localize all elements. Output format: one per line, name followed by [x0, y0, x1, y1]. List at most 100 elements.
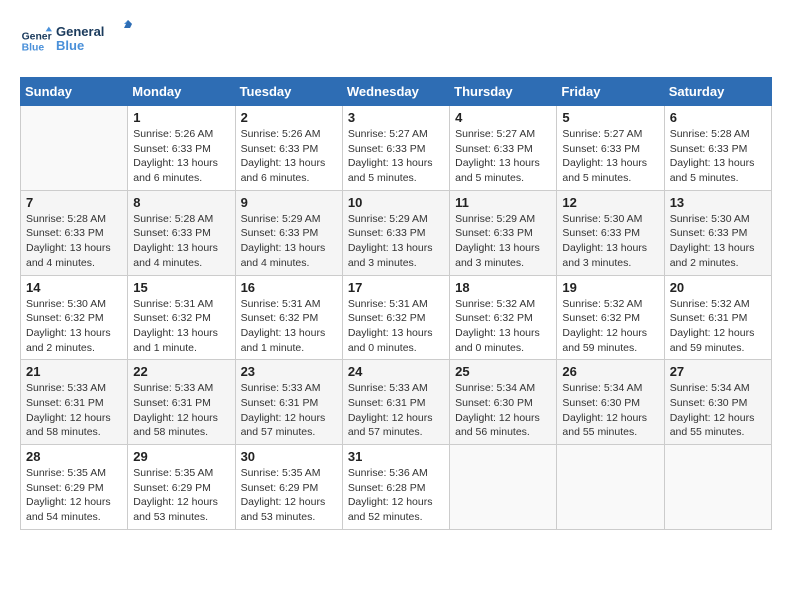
day-number: 10: [348, 195, 444, 210]
day-number: 6: [670, 110, 766, 125]
day-number: 19: [562, 280, 658, 295]
day-info: Sunrise: 5:26 AMSunset: 6:33 PMDaylight:…: [133, 127, 229, 186]
calendar-cell: 11 Sunrise: 5:29 AMSunset: 6:33 PMDayligh…: [450, 190, 557, 275]
column-header-thursday: Thursday: [450, 78, 557, 106]
day-info: Sunrise: 5:34 AMSunset: 6:30 PMDaylight:…: [670, 381, 766, 440]
calendar-cell: [664, 445, 771, 530]
svg-text:General: General: [56, 24, 104, 39]
calendar-cell: 4 Sunrise: 5:27 AMSunset: 6:33 PMDaylight…: [450, 106, 557, 191]
day-info: Sunrise: 5:30 AMSunset: 6:32 PMDaylight:…: [26, 297, 122, 356]
day-number: 28: [26, 449, 122, 464]
day-number: 25: [455, 364, 551, 379]
calendar-cell: 1 Sunrise: 5:26 AMSunset: 6:33 PMDaylight…: [128, 106, 235, 191]
day-number: 20: [670, 280, 766, 295]
calendar-cell: 18 Sunrise: 5:32 AMSunset: 6:32 PMDayligh…: [450, 275, 557, 360]
day-info: Sunrise: 5:32 AMSunset: 6:32 PMDaylight:…: [455, 297, 551, 356]
calendar-week-row: 14 Sunrise: 5:30 AMSunset: 6:32 PMDayligh…: [21, 275, 772, 360]
calendar-week-row: 28 Sunrise: 5:35 AMSunset: 6:29 PMDayligh…: [21, 445, 772, 530]
calendar-table: SundayMondayTuesdayWednesdayThursdayFrid…: [20, 77, 772, 530]
calendar-cell: 21Sunrise: 5:33 AMSunset: 6:31 PMDayligh…: [21, 360, 128, 445]
page-header: General Blue General Blue: [20, 20, 772, 61]
calendar-cell: 25 Sunrise: 5:34 AMSunset: 6:30 PMDayligh…: [450, 360, 557, 445]
day-info: Sunrise: 5:27 AMSunset: 6:33 PMDaylight:…: [455, 127, 551, 186]
day-number: 23: [241, 364, 337, 379]
day-number: 2: [241, 110, 337, 125]
calendar-cell: 8 Sunrise: 5:28 AMSunset: 6:33 PMDaylight…: [128, 190, 235, 275]
day-number: 16: [241, 280, 337, 295]
calendar-cell: 10 Sunrise: 5:29 AMSunset: 6:33 PMDayligh…: [342, 190, 449, 275]
day-number: 3: [348, 110, 444, 125]
day-info: Sunrise: 5:28 AMSunset: 6:33 PMDaylight:…: [133, 212, 229, 271]
day-info: Sunrise: 5:33 AMSunset: 6:31 PMDaylight:…: [241, 381, 337, 440]
calendar-cell: 17 Sunrise: 5:31 AMSunset: 6:32 PMDayligh…: [342, 275, 449, 360]
svg-text:Blue: Blue: [56, 38, 84, 53]
day-number: 1: [133, 110, 229, 125]
column-header-monday: Monday: [128, 78, 235, 106]
calendar-cell: 14 Sunrise: 5:30 AMSunset: 6:32 PMDayligh…: [21, 275, 128, 360]
calendar-week-row: 1 Sunrise: 5:26 AMSunset: 6:33 PMDaylight…: [21, 106, 772, 191]
day-info: Sunrise: 5:30 AMSunset: 6:33 PMDaylight:…: [562, 212, 658, 271]
day-info: Sunrise: 5:32 AMSunset: 6:32 PMDaylight:…: [562, 297, 658, 356]
day-info: Sunrise: 5:27 AMSunset: 6:33 PMDaylight:…: [562, 127, 658, 186]
day-info: Sunrise: 5:33 AMSunset: 6:31 PMDaylight:…: [133, 381, 229, 440]
day-number: 27: [670, 364, 766, 379]
day-number: 7: [26, 195, 122, 210]
logo: General Blue General Blue: [20, 20, 136, 61]
column-header-saturday: Saturday: [664, 78, 771, 106]
day-number: 31: [348, 449, 444, 464]
calendar-cell: 22 Sunrise: 5:33 AMSunset: 6:31 PMDayligh…: [128, 360, 235, 445]
calendar-cell: 31Sunrise: 5:36 AMSunset: 6:28 PMDayligh…: [342, 445, 449, 530]
day-number: 11: [455, 195, 551, 210]
day-number: 14: [26, 280, 122, 295]
calendar-cell: 7Sunrise: 5:28 AMSunset: 6:33 PMDaylight…: [21, 190, 128, 275]
day-number: 4: [455, 110, 551, 125]
calendar-cell: 23 Sunrise: 5:33 AMSunset: 6:31 PMDayligh…: [235, 360, 342, 445]
day-number: 8: [133, 195, 229, 210]
calendar-cell: 2 Sunrise: 5:26 AMSunset: 6:33 PMDaylight…: [235, 106, 342, 191]
day-info: Sunrise: 5:29 AMSunset: 6:33 PMDaylight:…: [348, 212, 444, 271]
day-info: Sunrise: 5:31 AMSunset: 6:32 PMDaylight:…: [348, 297, 444, 356]
calendar-cell: 16 Sunrise: 5:31 AMSunset: 6:32 PMDayligh…: [235, 275, 342, 360]
day-number: 22: [133, 364, 229, 379]
svg-text:Blue: Blue: [22, 42, 45, 53]
day-info: Sunrise: 5:29 AMSunset: 6:33 PMDaylight:…: [455, 212, 551, 271]
day-info: Sunrise: 5:26 AMSunset: 6:33 PMDaylight:…: [241, 127, 337, 186]
day-info: Sunrise: 5:27 AMSunset: 6:33 PMDaylight:…: [348, 127, 444, 186]
day-number: 15: [133, 280, 229, 295]
calendar-cell: 15 Sunrise: 5:31 AMSunset: 6:32 PMDayligh…: [128, 275, 235, 360]
day-number: 13: [670, 195, 766, 210]
svg-text:General: General: [22, 31, 52, 42]
day-number: 17: [348, 280, 444, 295]
calendar-cell: 28Sunrise: 5:35 AMSunset: 6:29 PMDayligh…: [21, 445, 128, 530]
day-info: Sunrise: 5:34 AMSunset: 6:30 PMDaylight:…: [562, 381, 658, 440]
calendar-cell: 19 Sunrise: 5:32 AMSunset: 6:32 PMDayligh…: [557, 275, 664, 360]
calendar-cell: 12 Sunrise: 5:30 AMSunset: 6:33 PMDayligh…: [557, 190, 664, 275]
calendar-cell: [21, 106, 128, 191]
calendar-cell: [450, 445, 557, 530]
calendar-cell: 5 Sunrise: 5:27 AMSunset: 6:33 PMDaylight…: [557, 106, 664, 191]
calendar-cell: 13 Sunrise: 5:30 AMSunset: 6:33 PMDayligh…: [664, 190, 771, 275]
day-number: 26: [562, 364, 658, 379]
calendar-cell: 30Sunrise: 5:35 AMSunset: 6:29 PMDayligh…: [235, 445, 342, 530]
calendar-cell: 20Sunrise: 5:32 AMSunset: 6:31 PMDayligh…: [664, 275, 771, 360]
day-info: Sunrise: 5:31 AMSunset: 6:32 PMDaylight:…: [241, 297, 337, 356]
calendar-week-row: 7 Sunrise: 5:28 AMSunset: 6:33 PMDaylight…: [21, 190, 772, 275]
day-number: 18: [455, 280, 551, 295]
calendar-header-row: SundayMondayTuesdayWednesdayThursdayFrid…: [21, 78, 772, 106]
day-number: 5: [562, 110, 658, 125]
day-info: Sunrise: 5:30 AMSunset: 6:33 PMDaylight:…: [670, 212, 766, 271]
calendar-cell: 24Sunrise: 5:33 AMSunset: 6:31 PMDayligh…: [342, 360, 449, 445]
calendar-cell: 27 Sunrise: 5:34 AMSunset: 6:30 PMDayligh…: [664, 360, 771, 445]
column-header-sunday: Sunday: [21, 78, 128, 106]
day-info: Sunrise: 5:34 AMSunset: 6:30 PMDaylight:…: [455, 381, 551, 440]
day-number: 29: [133, 449, 229, 464]
day-number: 24: [348, 364, 444, 379]
calendar-cell: 9Sunrise: 5:29 AMSunset: 6:33 PMDaylight…: [235, 190, 342, 275]
column-header-tuesday: Tuesday: [235, 78, 342, 106]
day-number: 30: [241, 449, 337, 464]
day-info: Sunrise: 5:31 AMSunset: 6:32 PMDaylight:…: [133, 297, 229, 356]
day-info: Sunrise: 5:33 AMSunset: 6:31 PMDaylight:…: [26, 381, 122, 440]
day-number: 12: [562, 195, 658, 210]
day-info: Sunrise: 5:35 AMSunset: 6:29 PMDaylight:…: [133, 466, 229, 525]
calendar-cell: 29 Sunrise: 5:35 AMSunset: 6:29 PMDayligh…: [128, 445, 235, 530]
